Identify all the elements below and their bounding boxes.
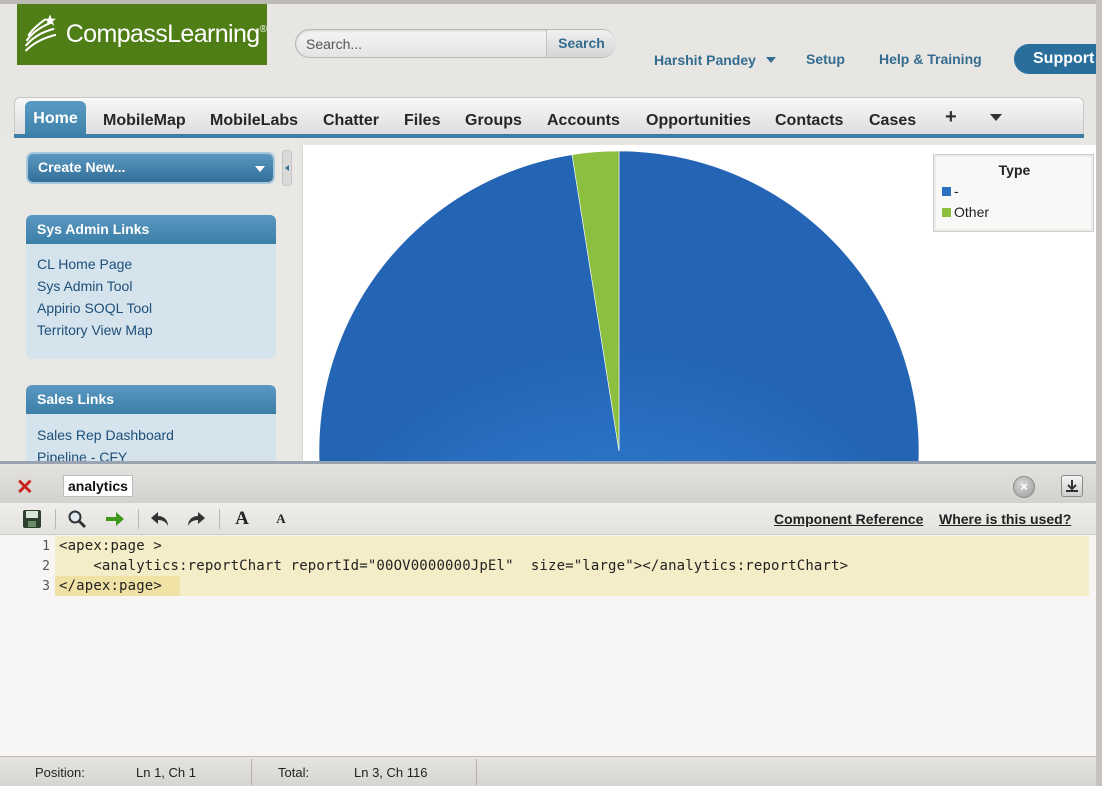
line-number: 3 xyxy=(42,579,50,594)
search-input[interactable] xyxy=(306,34,538,54)
tab-chatter[interactable]: Chatter xyxy=(323,112,379,130)
code-line[interactable]: </apex:page> xyxy=(59,578,162,594)
tab-cases[interactable]: Cases xyxy=(869,112,916,130)
sales-links-title: Sales Links xyxy=(26,385,276,414)
code-editor[interactable]: 1 2 3 <apex:page > <analytics:reportChar… xyxy=(0,536,1096,756)
developer-footer-editor: ✕ analytics × A A Component Reference Wh… xyxy=(0,461,1096,786)
support-button[interactable]: Support xyxy=(1014,44,1102,74)
chevron-down-icon xyxy=(765,57,776,63)
tab-home[interactable]: Home xyxy=(25,101,86,138)
toolbar-divider xyxy=(138,509,139,529)
legend-label: Other xyxy=(954,204,990,220)
chevron-down-icon xyxy=(255,166,265,172)
toolbar-divider xyxy=(219,509,220,529)
legend-item-dash: - xyxy=(942,183,959,199)
tab-contacts[interactable]: Contacts xyxy=(775,112,843,130)
logo-swoosh-icon xyxy=(25,13,57,51)
total-label: Total: xyxy=(278,765,310,780)
sys-admin-links-box: Sys Admin Links CL Home Page Sys Admin T… xyxy=(26,215,276,359)
search-button[interactable]: Search xyxy=(546,30,616,57)
sidebar: Create New... Sys Admin Links CL Home Pa… xyxy=(0,138,298,465)
global-search: Search xyxy=(295,29,616,58)
compasslearning-logo[interactable]: CompassLearning ® xyxy=(17,4,267,65)
position-label: Position: xyxy=(35,765,85,780)
tab-mobilelabs[interactable]: MobileLabs xyxy=(210,112,298,130)
editor-status-bar: Position: Ln 1, Ch 1 Total: Ln 3, Ch 116 xyxy=(0,756,1096,786)
create-new-dropdown[interactable]: Create New... xyxy=(26,152,275,184)
help-training-link[interactable]: Help & Training xyxy=(879,51,982,67)
tab-accounts[interactable]: Accounts xyxy=(547,112,620,130)
sidebar-collapse-handle[interactable] xyxy=(282,150,292,186)
code-line[interactable]: <analytics:reportChart reportId="00OV000… xyxy=(59,558,848,574)
sales-links-box: Sales Links Sales Rep Dashboard Pipeline… xyxy=(26,385,276,465)
create-new-label: Create New... xyxy=(38,159,126,175)
more-tabs-chevron-icon[interactable] xyxy=(990,114,1002,121)
window-right-edge xyxy=(1096,0,1102,786)
legend-swatch xyxy=(942,186,951,196)
decrease-font-icon[interactable]: A xyxy=(269,507,293,531)
editor-title-bar: ✕ analytics × xyxy=(0,461,1096,503)
page-name-tab[interactable]: analytics xyxy=(63,475,133,497)
code-line[interactable]: <apex:page > xyxy=(59,538,162,554)
line-number: 2 xyxy=(42,559,50,574)
legend-label: - xyxy=(954,183,959,199)
where-used-link[interactable]: Where is this used? xyxy=(939,511,1071,527)
toolbar-divider xyxy=(55,509,56,529)
tab-files[interactable]: Files xyxy=(404,112,440,130)
user-menu[interactable]: Harshit Pandey xyxy=(654,52,776,68)
sidebar-link-sales-rep-dashboard[interactable]: Sales Rep Dashboard xyxy=(26,424,276,446)
tab-opportunities[interactable]: Opportunities xyxy=(646,112,751,130)
chart-legend: Type - Other xyxy=(933,154,1094,232)
position-value: Ln 1, Ch 1 xyxy=(136,765,196,780)
user-name: Harshit Pandey xyxy=(654,52,756,68)
sidebar-link-sys-admin-tool[interactable]: Sys Admin Tool xyxy=(26,275,276,297)
legend-item-other: Other xyxy=(942,204,989,220)
increase-font-icon[interactable]: A xyxy=(230,507,254,531)
logo-registered-mark: ® xyxy=(259,24,267,35)
tab-mobilemap[interactable]: MobileMap xyxy=(103,112,186,130)
sidebar-link-cl-home-page[interactable]: CL Home Page xyxy=(26,253,276,275)
sys-admin-links-title: Sys Admin Links xyxy=(26,215,276,244)
editor-toolbar: A A Component Reference Where is this us… xyxy=(0,503,1096,535)
status-divider xyxy=(476,759,477,785)
status-divider xyxy=(251,759,252,785)
go-arrow-icon[interactable] xyxy=(103,507,127,531)
close-editor-icon[interactable]: ✕ xyxy=(16,474,34,499)
sidebar-link-territory-view-map[interactable]: Territory View Map xyxy=(26,319,276,341)
circle-close-icon[interactable]: × xyxy=(1013,476,1035,498)
legend-title: Type xyxy=(998,162,1031,178)
undo-icon[interactable] xyxy=(148,507,172,531)
download-icon[interactable] xyxy=(1061,475,1083,497)
app-tab-bar: Home MobileMap MobileLabs Chatter Files … xyxy=(14,97,1084,138)
save-icon[interactable] xyxy=(20,507,44,531)
all-tabs-plus-icon[interactable]: + xyxy=(945,106,957,129)
line-number: 1 xyxy=(42,539,50,554)
report-chart-panel: Type - Other xyxy=(302,145,1096,461)
redo-icon[interactable] xyxy=(184,507,208,531)
logo-text: CompassLearning xyxy=(65,20,261,48)
legend-swatch xyxy=(942,207,951,217)
total-value: Ln 3, Ch 116 xyxy=(354,765,428,780)
tab-groups[interactable]: Groups xyxy=(465,112,522,130)
search-icon[interactable] xyxy=(65,507,89,531)
component-reference-link[interactable]: Component Reference xyxy=(774,511,923,527)
setup-link[interactable]: Setup xyxy=(806,51,845,67)
sidebar-link-appirio-soql-tool[interactable]: Appirio SOQL Tool xyxy=(26,297,276,319)
